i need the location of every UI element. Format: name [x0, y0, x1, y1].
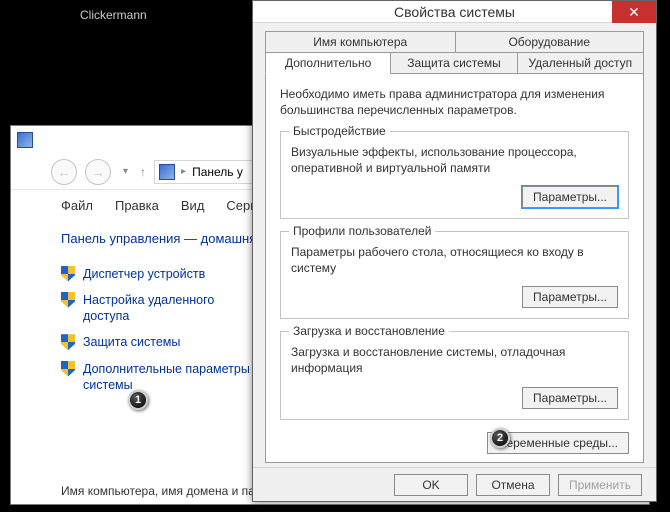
nav-history-chevron-icon[interactable]: ▾	[119, 166, 132, 177]
group-description: Визуальные эффекты, использование процес…	[291, 144, 618, 176]
tab-remote[interactable]: Удаленный доступ	[518, 52, 644, 74]
tab-advanced[interactable]: Дополнительно	[265, 52, 391, 74]
sidebar-item-system-protection[interactable]: Защита системы	[61, 334, 261, 350]
annotation-badge-2: 2	[490, 428, 510, 448]
sidebar-item-label: Настройка удаленного доступа	[83, 292, 261, 325]
sidebar-item-remote-settings[interactable]: Настройка удаленного доступа	[61, 292, 261, 325]
group-legend: Быстродействие	[289, 124, 390, 138]
close-button[interactable]: ✕	[612, 1, 656, 23]
admin-rights-notice: Необходимо иметь права администратора дл…	[280, 86, 629, 118]
desktop-shortcut-label: Clickermann	[80, 8, 147, 22]
group-legend: Профили пользователей	[289, 224, 435, 238]
shield-icon	[61, 292, 75, 308]
tab-hardware[interactable]: Оборудование	[455, 31, 645, 52]
group-startup-recovery: Загрузка и восстановление Загрузка и вос…	[280, 331, 629, 419]
dialog-titlebar: Свойства системы ✕	[253, 1, 656, 23]
system-properties-dialog: Свойства системы ✕ Имя компьютера Оборуд…	[252, 0, 657, 502]
sidebar-item-label: Защита системы	[83, 334, 180, 350]
cancel-button[interactable]: Отмена	[476, 474, 550, 496]
dialog-title: Свойства системы	[253, 4, 656, 20]
dialog-body: Имя компьютера Оборудование Дополнительн…	[253, 23, 656, 467]
startup-recovery-settings-button[interactable]: Параметры...	[522, 387, 618, 409]
performance-settings-button[interactable]: Параметры...	[522, 186, 618, 208]
dialog-footer: OK Отмена Применить	[253, 467, 656, 501]
nav-forward-button[interactable]: →	[85, 159, 111, 185]
sidebar-item-device-manager[interactable]: Диспетчер устройств	[61, 266, 261, 282]
menu-edit[interactable]: Правка	[115, 198, 159, 213]
group-description: Загрузка и восстановление системы, отлад…	[291, 344, 618, 376]
menu-file[interactable]: Файл	[61, 198, 93, 213]
nav-up-icon[interactable]: ↑	[140, 165, 146, 179]
user-profiles-settings-button[interactable]: Параметры...	[522, 286, 618, 308]
tab-computer-name[interactable]: Имя компьютера	[265, 31, 455, 52]
annotation-badge-1: 1	[128, 390, 148, 410]
control-panel-icon	[159, 164, 175, 180]
ok-button[interactable]: OK	[394, 474, 468, 496]
breadcrumb: Панель у	[192, 165, 243, 179]
tab-row-2: Дополнительно Защита системы Удаленный д…	[265, 52, 644, 74]
sidebar-item-label: Диспетчер устройств	[83, 266, 205, 282]
apply-button[interactable]: Применить	[558, 474, 642, 496]
group-user-profiles: Профили пользователей Параметры рабочего…	[280, 231, 629, 319]
sidebar-item-advanced-system-settings[interactable]: Дополнительные параметры системы	[61, 361, 261, 394]
group-description: Параметры рабочего стола, относящиеся ко…	[291, 244, 618, 276]
group-legend: Загрузка и восстановление	[289, 324, 449, 338]
group-performance: Быстродействие Визуальные эффекты, испол…	[280, 131, 629, 219]
close-icon: ✕	[628, 5, 640, 19]
shield-icon	[61, 334, 75, 350]
tab-system-protection[interactable]: Защита системы	[391, 52, 517, 74]
nav-back-button[interactable]: ←	[51, 159, 77, 185]
tab-row-1: Имя компьютера Оборудование	[265, 31, 644, 52]
sidebar-item-label: Дополнительные параметры системы	[83, 361, 261, 394]
tab-panel-advanced: Необходимо иметь права администратора дл…	[265, 73, 644, 463]
shield-icon	[61, 361, 75, 377]
menu-view[interactable]: Вид	[181, 198, 205, 213]
chevron-right-icon: ▸	[181, 166, 186, 177]
shield-icon	[61, 266, 75, 282]
control-panel-icon	[17, 132, 33, 148]
